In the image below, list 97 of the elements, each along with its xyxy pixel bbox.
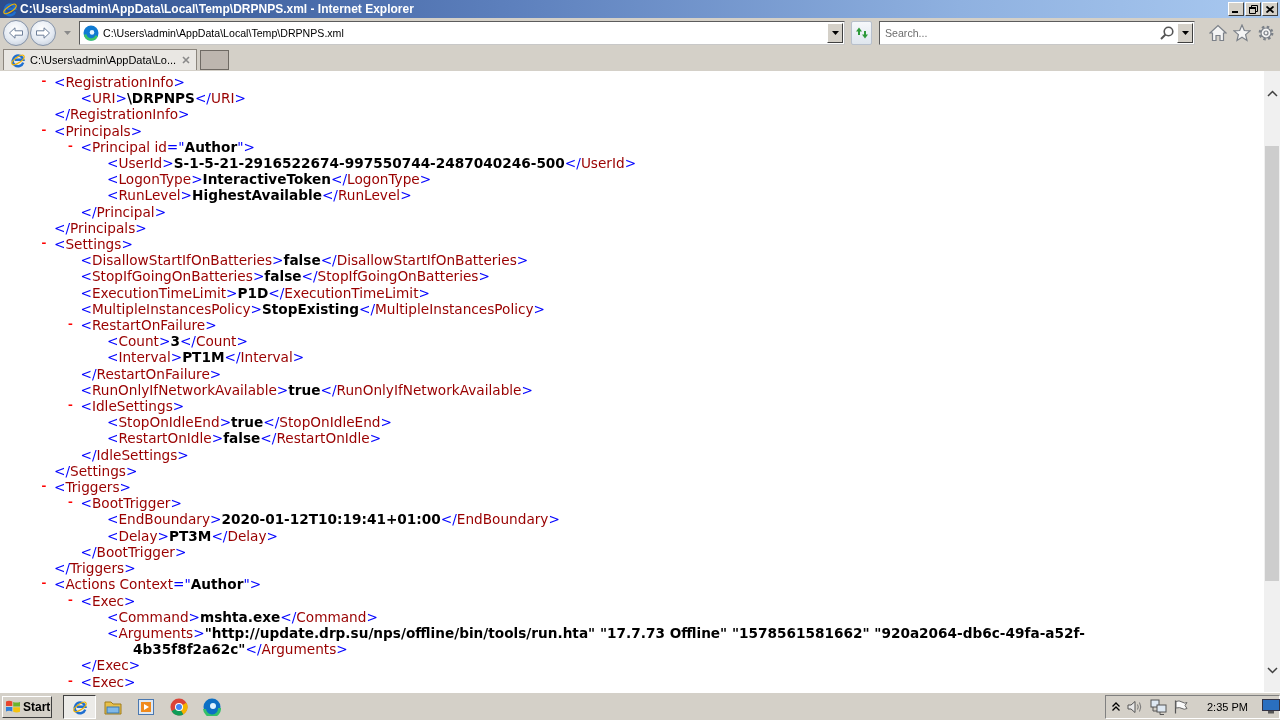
address-bar[interactable]: C:\Users\admin\AppData\Local\Temp\DRPNPS.xml xyxy=(79,21,845,45)
xml-element: <DisallowStartIfOnBatteries>false</DisallowStartIfOnBatteries> xyxy=(80,252,529,269)
xml-open-tag: <Principal id="Author"> xyxy=(80,138,255,155)
xml-close-tag: </Exec> xyxy=(80,657,141,674)
collapse-toggle[interactable]: - xyxy=(40,236,48,253)
search-box[interactable]: Search... xyxy=(879,21,1195,45)
xml-element: <Interval>PT1M</Interval> xyxy=(107,349,305,366)
xml-open-tag: <RegistrationInfo> xyxy=(54,74,185,91)
collapse-toggle[interactable]: - xyxy=(66,495,75,512)
xml-close-tag: </RegistrationInfo> xyxy=(54,106,190,123)
xml-element: <RunOnlyIfNetworkAvailable>true</RunOnlyIfNetworkAvailable> xyxy=(80,381,533,399)
xml-open-tag: <Actions Context="Author"> xyxy=(54,576,262,593)
collapse-toggle[interactable]: - xyxy=(66,673,75,690)
xml-element: <LogonType>InteractiveToken</LogonType> xyxy=(107,171,432,188)
speaker-icon[interactable] xyxy=(1127,699,1143,714)
arrow-right-icon xyxy=(36,27,50,39)
caret-icon xyxy=(1181,31,1189,35)
xml-close-tag: </Settings> xyxy=(54,462,138,480)
network-icon[interactable] xyxy=(1150,698,1167,715)
xml-close-tag: </Principals> xyxy=(54,219,147,237)
xml-close-tag: </Triggers> xyxy=(54,560,136,577)
collapse-toggle[interactable]: - xyxy=(66,317,75,334)
xml-open-tag: <Exec> xyxy=(80,673,136,690)
close-icon[interactable] xyxy=(182,56,190,64)
xml-close-tag: </RestartOnFailure> xyxy=(80,365,222,382)
xml-close-tag: </Principal> xyxy=(80,203,167,220)
collapse-toggle[interactable]: - xyxy=(66,592,75,609)
new-tab-button[interactable] xyxy=(200,50,229,70)
scrollbar[interactable] xyxy=(1264,71,1280,692)
star-icon[interactable] xyxy=(1233,24,1251,42)
xml-element: <EndBoundary>2020-01-12T10:19:41+01:00</EndBoundary> xyxy=(107,511,560,528)
collapse-toggle[interactable]: - xyxy=(40,576,48,593)
chevron-up-icon[interactable] xyxy=(1112,702,1120,711)
xml-open-tag: <Exec> xyxy=(80,592,136,609)
xml-element: <ExecutionTimeLimit>P1D</ExecutionTimeLimit> xyxy=(80,284,430,301)
dropdown-button[interactable] xyxy=(1177,23,1193,43)
flag-logo-icon xyxy=(5,699,21,714)
minimize-button[interactable] xyxy=(1228,2,1244,16)
home-icon[interactable] xyxy=(1209,24,1227,42)
restore-button[interactable] xyxy=(1245,2,1261,16)
xml-close-tag: </BootTrigger> xyxy=(80,543,187,561)
collapse-toggle[interactable]: - xyxy=(40,122,48,139)
xml-element: <URI>\DRPNPS</URI> xyxy=(80,90,246,107)
xml-element: <Delay>PT3M</Delay> xyxy=(107,527,278,544)
app-icon xyxy=(2,1,18,17)
close-button[interactable] xyxy=(1262,2,1278,16)
start-button[interactable]: Start xyxy=(2,695,52,718)
settings-icon[interactable] xyxy=(1257,24,1275,42)
dropdown-button[interactable] xyxy=(827,23,843,43)
back-button[interactable] xyxy=(3,20,29,46)
chevron-up-icon[interactable] xyxy=(1266,90,1278,97)
xml-element: <Command>mshta.exe</Command> xyxy=(107,608,378,625)
tab[interactable]: C:\Users\admin\AppData\Lo... xyxy=(3,49,197,70)
xml-open-tag: <BootTrigger> xyxy=(80,495,182,512)
browser-icon xyxy=(10,52,26,68)
xml-element: <MultipleInstancesPolicy>StopExisting</MultipleInstancesPolicy> xyxy=(80,300,545,318)
caret-icon xyxy=(831,31,839,35)
play-icon xyxy=(137,698,154,715)
xml-element: <UserId>S-1-5-21-2916522674-997550744-2487040246-500</UserId> xyxy=(107,155,637,172)
browser-icon xyxy=(202,697,221,716)
refresh-icon xyxy=(854,26,869,40)
forward-button[interactable] xyxy=(30,20,56,46)
xml-element: <StopIfGoingOnBatteries>false</StopIfGoingOnBatteries> xyxy=(80,268,490,285)
browser-icon xyxy=(71,698,88,715)
search-field[interactable]: Search... xyxy=(885,26,1160,40)
search-icon[interactable] xyxy=(1160,26,1174,40)
collapse-toggle[interactable]: - xyxy=(66,398,75,415)
chevron-down-icon[interactable] xyxy=(1266,667,1278,674)
xml-element: <RunLevel>HighestAvailable</RunLevel> xyxy=(107,187,412,204)
close-icon xyxy=(1266,5,1274,13)
arrow-left-icon xyxy=(9,27,23,39)
xml-open-tag: <IdleSettings> xyxy=(80,398,185,415)
xml-open-tag: <RestartOnFailure> xyxy=(80,317,217,334)
monitor-icon[interactable] xyxy=(1261,699,1280,714)
address-field[interactable]: C:\Users\admin\AppData\Local\Temp\DRPNPS.xml xyxy=(103,26,827,40)
flag-icon[interactable] xyxy=(1174,699,1188,714)
scrollbar-thumb[interactable] xyxy=(1265,146,1279,581)
clock[interactable]: 2:35 PM xyxy=(1207,700,1248,713)
collapse-toggle[interactable]: - xyxy=(66,138,75,155)
xml-element: <Count>3</Count> xyxy=(107,333,248,350)
xml-open-tag: <Principals> xyxy=(54,122,143,139)
collapse-toggle[interactable]: - xyxy=(40,74,48,91)
restore-icon xyxy=(1248,4,1258,14)
refresh-button[interactable] xyxy=(851,21,872,45)
xml-element: <StopOnIdleEnd>true</StopOnIdleEnd> xyxy=(107,414,392,431)
xml-close-tag: </IdleSettings> xyxy=(80,446,189,463)
xml-element: <Arguments>"http://update.drp.su/nps/offline/bin/tools/run.hta" "17.7.73 Offline" "1578561581662" "920a2064-db6c-49fa-a52f-4b35f8f2a62c"</Arguments> xyxy=(107,624,1086,658)
xml-element: <RestartOnIdle>false</RestartOnIdle> xyxy=(107,430,382,447)
caret-icon[interactable] xyxy=(64,31,71,35)
xml-open-tag: <Triggers> xyxy=(54,479,132,496)
folder-icon xyxy=(103,698,122,715)
site-icon xyxy=(83,25,99,41)
taskbar-button[interactable] xyxy=(63,694,96,719)
collapse-toggle[interactable]: - xyxy=(40,479,48,496)
xml-open-tag: <Settings> xyxy=(54,236,133,253)
browser-icon xyxy=(169,697,188,716)
window-title: C:\Users\admin\AppData\Local\Temp\DRPNPS.xml - Internet Explorer xyxy=(20,2,414,16)
